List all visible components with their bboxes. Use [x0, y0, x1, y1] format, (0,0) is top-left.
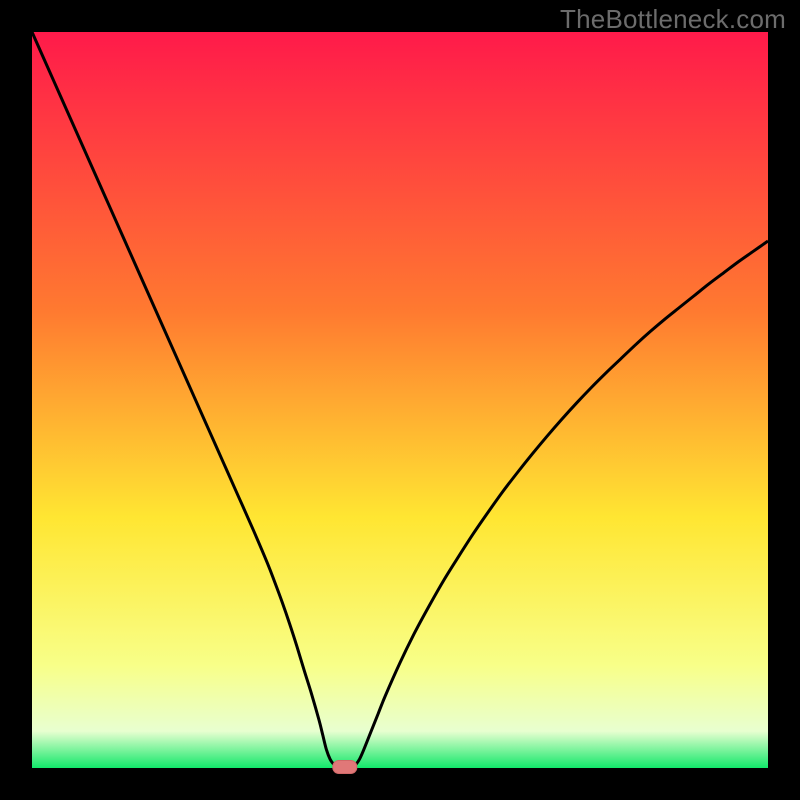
bottleneck-plot [0, 0, 800, 800]
plot-background [32, 32, 768, 768]
watermark-text: TheBottleneck.com [560, 4, 786, 35]
minimum-marker [333, 761, 357, 774]
chart-container: TheBottleneck.com [0, 0, 800, 800]
